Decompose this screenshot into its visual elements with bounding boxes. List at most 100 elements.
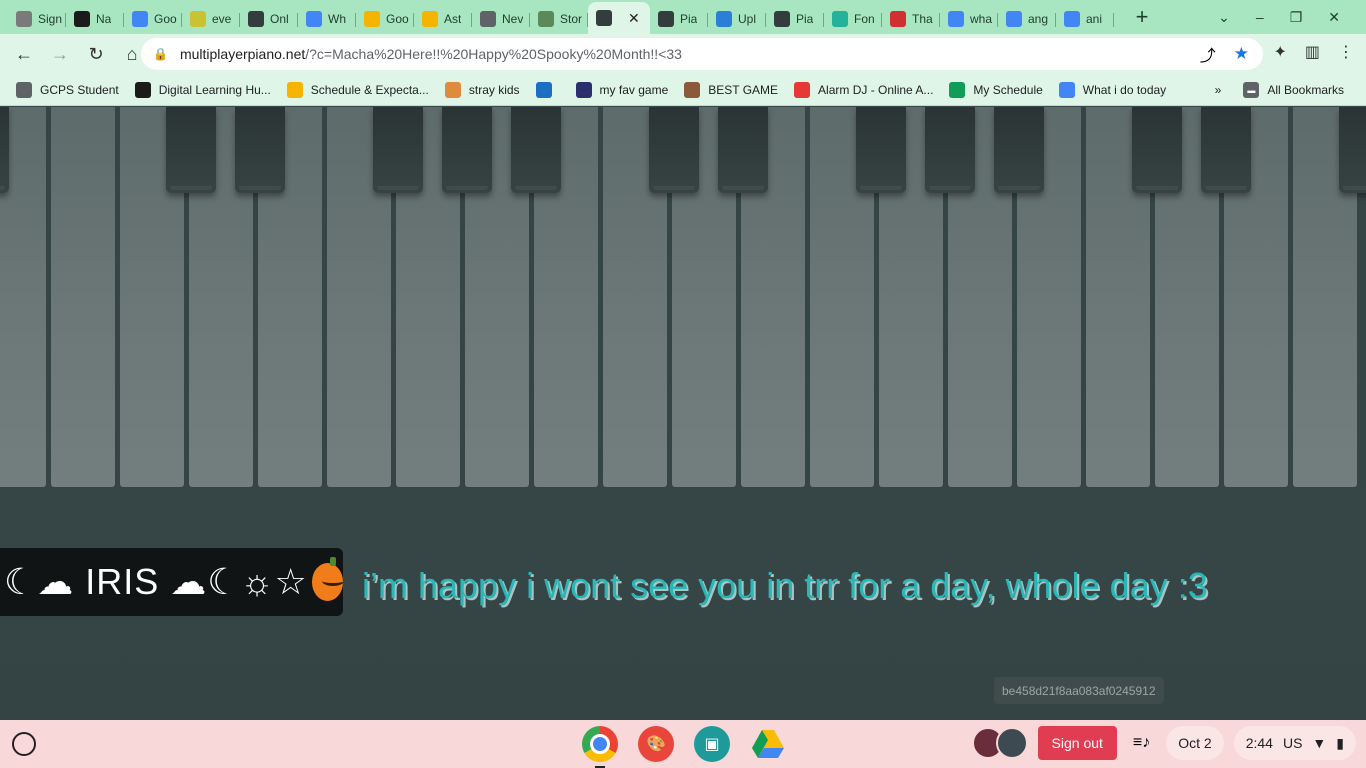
browser-tab[interactable]: wha bbox=[940, 4, 998, 34]
restore-icon[interactable]: ❐ bbox=[1290, 9, 1303, 26]
browser-tab[interactable]: Onl bbox=[240, 4, 298, 34]
chrome-icon bbox=[480, 11, 496, 27]
tab-title: Stor bbox=[560, 12, 583, 26]
bookmark-item[interactable]: BEST GAME bbox=[684, 82, 778, 98]
docs-icon bbox=[132, 11, 148, 27]
status-tray: Sign out ≡♪ Oct 2 2:44 US ▼ ▮ bbox=[971, 726, 1356, 760]
browser-tab[interactable]: ang bbox=[998, 4, 1056, 34]
bookmark-item[interactable]: my fav game bbox=[575, 82, 668, 98]
keyboard-icon bbox=[248, 11, 264, 27]
system-tray-pill[interactable]: 2:44 US ▼ ▮ bbox=[1233, 726, 1356, 760]
bookmarks-bar: GCPS Student Digital Learning Hu... Schedu… bbox=[0, 74, 1366, 106]
google-icon bbox=[1064, 11, 1080, 27]
tab-title: Fon bbox=[854, 12, 875, 26]
chrome-app-icon[interactable] bbox=[582, 726, 618, 768]
black-key[interactable] bbox=[442, 107, 492, 193]
menu-icon[interactable]: ⋮ bbox=[1338, 42, 1354, 62]
browser-tab[interactable]: Stor bbox=[530, 4, 588, 34]
black-key[interactable] bbox=[166, 107, 216, 193]
bookmark-item[interactable]: Schedule & Expecta... bbox=[286, 82, 429, 98]
more-bookmarks-icon[interactable]: » bbox=[1215, 83, 1222, 97]
bookmark-item[interactable]: Alarm DJ - Online A... bbox=[794, 82, 933, 98]
media-queue-icon[interactable]: ≡♪ bbox=[1133, 734, 1150, 752]
black-key[interactable] bbox=[925, 107, 975, 193]
bookmark-item[interactable]: GCPS Student bbox=[16, 82, 119, 98]
extensions-icon[interactable]: ✦ bbox=[1273, 42, 1286, 62]
launcher-button[interactable] bbox=[12, 732, 36, 756]
side-panel-icon[interactable]: ▥ bbox=[1305, 42, 1320, 62]
bookmark-item[interactable]: Digital Learning Hu... bbox=[134, 82, 271, 98]
tab-title: Nev bbox=[502, 12, 524, 26]
browser-tab[interactable]: eve bbox=[182, 4, 240, 34]
browser-tab[interactable]: ✕ bbox=[588, 2, 650, 34]
back-button[interactable]: ← bbox=[8, 38, 40, 70]
forward-button[interactable]: → bbox=[44, 38, 76, 70]
black-key[interactable] bbox=[1201, 107, 1251, 193]
browser-tab[interactable]: Pia bbox=[650, 4, 708, 34]
browser-tab[interactable]: Sign bbox=[8, 4, 66, 34]
browser-tab[interactable]: Na bbox=[66, 4, 124, 34]
avatar-stack[interactable] bbox=[971, 727, 1028, 759]
calendar-icon bbox=[16, 82, 32, 98]
black-key[interactable] bbox=[856, 107, 906, 193]
new-tab-button[interactable]: + bbox=[1128, 3, 1156, 31]
close-window-icon[interactable]: ✕ bbox=[1328, 9, 1340, 26]
chat-user-name-tag[interactable]: ☾☁ IRIS ☁☾☼☆ bbox=[0, 548, 343, 616]
music-note-icon bbox=[190, 11, 206, 27]
drive-app-icon[interactable] bbox=[750, 726, 786, 762]
browser-tab[interactable]: Goo bbox=[124, 4, 182, 34]
lock-icon[interactable]: 🔒 bbox=[153, 47, 168, 61]
tab-title: Pia bbox=[680, 12, 698, 26]
bookmark-star-icon[interactable]: ★ bbox=[1234, 44, 1249, 64]
black-key[interactable] bbox=[718, 107, 768, 193]
all-bookmarks-button[interactable]: ▬ All Bookmarks bbox=[1243, 82, 1344, 98]
share-icon[interactable]: ⤴ bbox=[1200, 42, 1216, 66]
browser-tab[interactable]: Nev bbox=[472, 4, 530, 34]
chat-user-name: ☾☁ IRIS ☁☾☼☆ bbox=[4, 561, 308, 602]
browser-tab[interactable]: Wh bbox=[298, 4, 356, 34]
p-icon bbox=[444, 82, 461, 98]
minimize-icon[interactable]: – bbox=[1256, 9, 1264, 25]
date-pill[interactable]: Oct 2 bbox=[1166, 726, 1224, 760]
black-key[interactable] bbox=[511, 107, 561, 193]
black-key[interactable] bbox=[1339, 107, 1366, 193]
browser-tab[interactable]: Upl bbox=[708, 4, 766, 34]
white-key[interactable] bbox=[51, 107, 115, 487]
black-key[interactable] bbox=[649, 107, 699, 193]
piano-icon bbox=[658, 11, 674, 27]
tab-title: ang bbox=[1028, 12, 1049, 26]
url-text[interactable]: multiplayerpiano.net/?c=Macha%20Here!!%2… bbox=[180, 46, 682, 62]
browser-tab[interactable]: Ast bbox=[414, 4, 472, 34]
black-key[interactable] bbox=[1132, 107, 1182, 193]
black-key[interactable] bbox=[373, 107, 423, 193]
bookmark-label: GCPS Student bbox=[40, 83, 119, 97]
bookmark-item[interactable] bbox=[535, 82, 560, 98]
classroom-app-icon[interactable]: ▣ bbox=[694, 726, 730, 762]
sign-out-button[interactable]: Sign out bbox=[1037, 726, 1117, 760]
close-tab-icon[interactable]: ✕ bbox=[628, 10, 640, 27]
paint-app-icon[interactable]: 🎨 bbox=[638, 726, 674, 762]
bookmarks-divider bbox=[0, 105, 1366, 106]
d2l-icon bbox=[134, 82, 151, 98]
tab-title: ani bbox=[1086, 12, 1103, 26]
time-text: 2:44 bbox=[1245, 735, 1273, 751]
address-bar[interactable]: 🔒 multiplayerpiano.net/?c=Macha%20Here!!… bbox=[141, 38, 1263, 70]
browser-tab[interactable]: Goo bbox=[356, 4, 414, 34]
reload-button[interactable]: ↻ bbox=[80, 38, 112, 70]
bookmark-item[interactable]: stray kids bbox=[444, 82, 520, 98]
bookmark-item[interactable]: My Schedule bbox=[949, 82, 1043, 98]
tab-search-icon[interactable]: ⌄ bbox=[1218, 9, 1230, 26]
browser-tab[interactable]: ani bbox=[1056, 4, 1114, 34]
browser-tab[interactable]: Tha bbox=[882, 4, 940, 34]
google-icon bbox=[1006, 11, 1022, 27]
bookmark-label: What i do today bbox=[1082, 83, 1167, 97]
black-key[interactable] bbox=[994, 107, 1044, 193]
black-key[interactable] bbox=[0, 107, 9, 193]
bookmark-item[interactable]: What i do today bbox=[1058, 82, 1167, 98]
browser-tab[interactable]: Pia bbox=[766, 4, 824, 34]
piano-keyboard[interactable] bbox=[0, 107, 1366, 489]
os-shelf: 🎨 ▣ Sign out ≡♪ Oct 2 2:44 US ▼ ▮ bbox=[0, 720, 1366, 768]
tab-title: wha bbox=[970, 12, 993, 26]
black-key[interactable] bbox=[235, 107, 285, 193]
browser-tab[interactable]: Fon bbox=[824, 4, 882, 34]
